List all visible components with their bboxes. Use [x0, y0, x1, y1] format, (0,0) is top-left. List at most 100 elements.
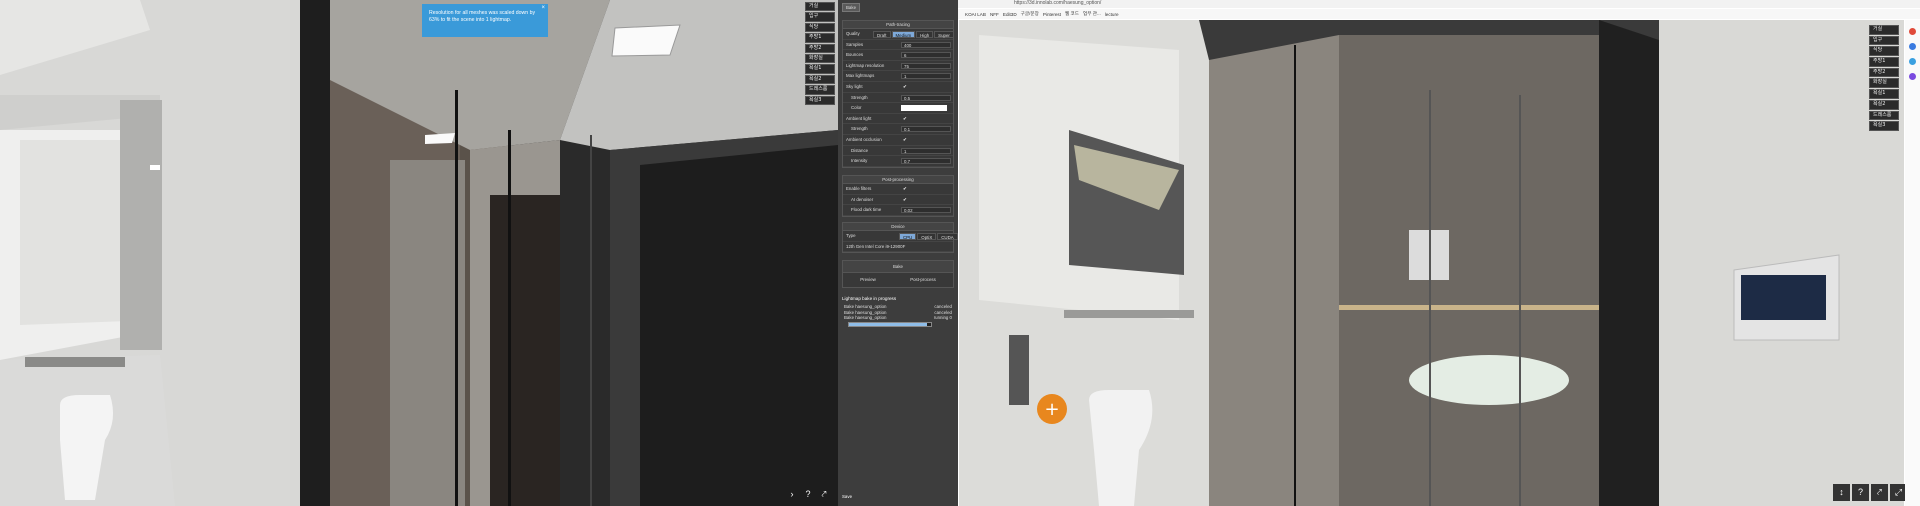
room-menu-item[interactable]: 욕실1	[805, 64, 835, 74]
sidebar-app-icon[interactable]	[1909, 43, 1916, 50]
log-entry-name: Bake haesung_option	[844, 309, 887, 315]
room-menu-item[interactable]: 거실	[805, 2, 835, 12]
sky-strength-input[interactable]: 0.5	[901, 94, 951, 101]
room-menu-item[interactable]: 화장실	[1869, 78, 1899, 89]
room-menu-item[interactable]: 입구	[805, 12, 835, 22]
device-name-row: 12th Gen Intel Core i9-12900F	[843, 242, 953, 253]
nav-icon[interactable]: ↕	[1833, 484, 1850, 501]
samples-input[interactable]: 400	[901, 41, 951, 48]
device-option[interactable]: CUDA	[937, 233, 958, 240]
bookmark[interactable]: Edit3D	[1003, 12, 1017, 17]
room-menu-item[interactable]: 화장실	[805, 53, 835, 64]
room-menu-item[interactable]: 주방2	[805, 43, 835, 53]
device-option[interactable]: OptiX	[917, 233, 937, 240]
enable-filters-row: Enable filters ✔	[843, 184, 953, 195]
save-button[interactable]: Save	[842, 494, 852, 499]
ambient-checkbox[interactable]: ✔	[903, 114, 907, 125]
bounces-row: Bounces 6	[843, 50, 953, 61]
preview-button[interactable]: Preview	[860, 273, 876, 287]
sky-light-checkbox[interactable]: ✔	[903, 82, 907, 93]
room-menu-item[interactable]: 거실	[1869, 25, 1899, 35]
flood-input[interactable]: 0.02	[901, 207, 951, 214]
sidebar-app-icon[interactable]	[1909, 28, 1916, 35]
max-lightmaps-label: Max lightmaps	[846, 73, 875, 79]
ao-distance-input[interactable]: 1	[901, 147, 951, 154]
arrow-icon[interactable]: ›	[786, 489, 798, 500]
room-menu-item[interactable]: 식당	[805, 22, 835, 33]
room-menu-item[interactable]: 욕실3	[1869, 121, 1899, 131]
sky-color-row: Color	[843, 103, 953, 114]
ao-distance-row: Distance 1	[843, 146, 953, 157]
quality-option[interactable]: Super	[934, 31, 954, 38]
sky-color-swatch[interactable]	[901, 105, 947, 112]
ambient-strength-label: Strength	[851, 126, 868, 132]
left-3d-viewport[interactable]: Resolution for all meshes was scaled dow…	[0, 0, 838, 506]
ao-intensity-input[interactable]: 0.7	[901, 158, 951, 165]
device-name: 12th Gen Intel Core i9-12900F	[846, 243, 906, 249]
quality-option[interactable]: Draft	[873, 31, 891, 38]
bake-title: Bake	[843, 261, 953, 273]
post-processing-section: Post-processing Enable filters ✔ AI denoi…	[842, 175, 954, 217]
bookmark[interactable]: 업무 관...	[1083, 11, 1101, 17]
address-bar[interactable]: https://3d.innolab.com/haesung_option/	[958, 0, 1920, 8]
right-3d-viewport[interactable]: +	[959, 20, 1904, 506]
quality-segmented: Draft Medium High Super	[873, 31, 955, 38]
room-menu-item[interactable]: 욕실1	[1869, 89, 1899, 99]
room-menu-item[interactable]: 식당	[1869, 46, 1899, 57]
url-text[interactable]: https://3d.innolab.com/haesung_option/	[1014, 0, 1101, 6]
path-icon[interactable]: ⤤	[1871, 484, 1888, 501]
quality-option-selected[interactable]: Medium	[891, 31, 916, 38]
help-icon[interactable]: ?	[802, 489, 814, 500]
sky-strength-row: Strength 0.5	[843, 93, 953, 104]
bookmark[interactable]: KOAI LAB	[965, 12, 986, 17]
device-option-selected[interactable]: CPU	[899, 233, 917, 240]
bookmark[interactable]: 구글/문장	[1021, 11, 1039, 17]
resolution-input[interactable]: 75	[901, 62, 951, 69]
bookmark[interactable]: lecture	[1105, 12, 1119, 17]
max-lightmaps-input[interactable]: 1	[901, 73, 951, 80]
room-menu-item[interactable]: 욕실2	[1869, 99, 1899, 110]
ao-intensity-label: Intensity	[851, 158, 868, 164]
bake-buttons: Preview Post-process	[843, 273, 953, 287]
hotspot-plus-icon[interactable]: +	[1044, 399, 1059, 420]
ao-checkbox[interactable]: ✔	[903, 135, 907, 146]
bounces-input[interactable]: 6	[901, 52, 951, 59]
sidebar-app-icon[interactable]	[1909, 73, 1916, 80]
help-icon[interactable]: ?	[1852, 484, 1869, 501]
room-menu-item[interactable]: 욕실2	[805, 74, 835, 85]
room-menu-item[interactable]: 드레스룸	[805, 85, 835, 95]
bake-log: Bake haesung_option canceled Bake haesung…	[844, 304, 954, 321]
denoiser-checkbox[interactable]: ✔	[903, 195, 907, 206]
bake-progress-fill	[849, 323, 927, 326]
path-icon[interactable]: ⤤	[818, 489, 830, 500]
room-menu-item[interactable]: 주방2	[1869, 67, 1899, 78]
bookmark[interactable]: 웹 코드	[1065, 11, 1079, 17]
enable-filters-label: Enable filters	[846, 186, 872, 191]
bookmark[interactable]: Pinterest	[1043, 12, 1061, 17]
room-menu-item[interactable]: 드레스룸	[1869, 110, 1899, 121]
path-tracing-section: Path-tracing Quality Draft Medium High S…	[842, 20, 954, 168]
right-scene-render: +	[959, 20, 1904, 506]
log-entry: Bake haesung_option running 0	[844, 315, 954, 321]
sidebar-app-icon[interactable]	[1909, 58, 1916, 65]
bookmarks-bar: KOAI LAB NFF Edit3D 구글/문장 Pinterest 웹 코드…	[958, 9, 1920, 19]
room-menu-item[interactable]: 욕실3	[805, 95, 835, 105]
toast-close-icon[interactable]: ×	[541, 5, 545, 12]
bookmark[interactable]: NFF	[990, 12, 999, 17]
log-entry-status: running 0	[933, 315, 952, 321]
room-menu-item[interactable]: 주방1	[805, 33, 835, 43]
bake-tab[interactable]: Bake	[842, 3, 861, 12]
samples-row: Samples 400	[843, 40, 953, 51]
sky-light-label: Sky light	[846, 83, 863, 89]
denoiser-row: AI denoiser ✔	[843, 195, 953, 206]
resolution-label: Lightmap resolution	[846, 62, 885, 68]
quality-option[interactable]: High	[916, 31, 934, 38]
room-menu-item[interactable]: 입구	[1869, 35, 1899, 46]
ambient-strength-input[interactable]: 0.1	[901, 126, 951, 133]
room-menu-item[interactable]: 주방1	[1869, 57, 1899, 67]
enable-filters-checkbox[interactable]: ✔	[903, 184, 907, 195]
post-process-button[interactable]: Post-process	[910, 273, 936, 287]
left-scene-render	[0, 0, 838, 506]
ambient-strength-row: Strength 0.1	[843, 124, 953, 135]
bounces-label: Bounces	[846, 52, 864, 58]
